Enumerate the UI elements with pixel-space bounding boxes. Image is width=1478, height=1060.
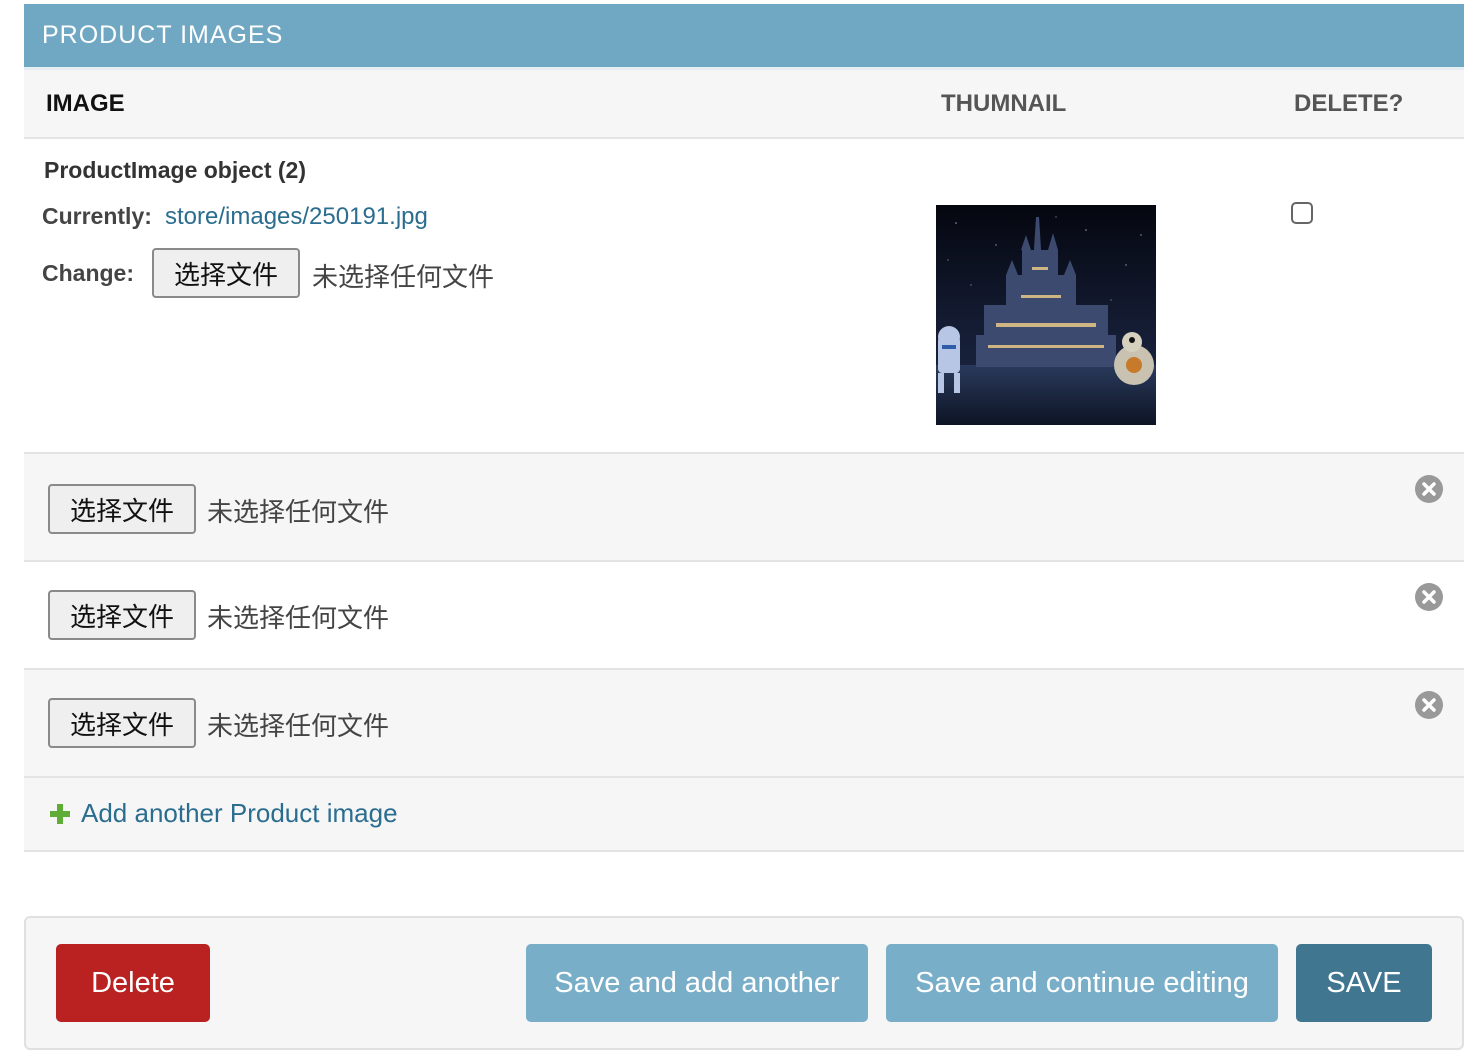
existing-image-row: ProductImage object (2) Currently: store… xyxy=(24,139,1464,454)
choose-file-button[interactable]: 选择文件 xyxy=(48,590,196,640)
inline-caption: PRODUCT IMAGES xyxy=(24,4,1464,67)
add-another-link[interactable]: Add another Product image xyxy=(81,798,398,829)
no-file-chosen-text: 未选择任何文件 xyxy=(312,263,495,293)
remove-circle-icon[interactable] xyxy=(1414,690,1444,720)
extra-form-row: 选择文件 未选择任何文件 xyxy=(24,454,1464,562)
thumbnail-image[interactable] xyxy=(936,205,1156,425)
save-button[interactable]: SAVE xyxy=(1296,944,1432,1022)
save-and-add-another-button[interactable]: Save and add another xyxy=(526,944,868,1022)
submit-row: Delete Save and add another Save and con… xyxy=(24,916,1464,1050)
delete-button[interactable]: Delete xyxy=(56,944,210,1022)
delete-checkbox[interactable] xyxy=(1291,202,1313,224)
choose-file-button[interactable]: 选择文件 xyxy=(48,698,196,748)
add-another-row: Add another Product image xyxy=(24,778,1464,852)
choose-file-button[interactable]: 选择文件 xyxy=(152,248,300,298)
no-file-chosen-text: 未选择任何文件 xyxy=(207,604,390,634)
table-header: IMAGE THUMNAIL DELETE? xyxy=(24,70,1464,139)
current-file-link[interactable]: store/images/250191.jpg xyxy=(165,203,428,231)
inline-group-product-images: PRODUCT IMAGES IMAGE THUMNAIL DELETE? Pr… xyxy=(24,4,1464,852)
choose-file-button[interactable]: 选择文件 xyxy=(48,484,196,534)
extra-form-row: 选择文件 未选择任何文件 xyxy=(24,562,1464,670)
remove-circle-icon[interactable] xyxy=(1414,582,1444,612)
plus-icon[interactable] xyxy=(48,802,72,826)
save-and-continue-button[interactable]: Save and continue editing xyxy=(886,944,1278,1022)
change-label: Change: xyxy=(42,260,134,286)
no-file-chosen-text: 未选择任何文件 xyxy=(207,712,390,742)
column-header-thumbnail: THUMNAIL xyxy=(941,90,1067,117)
remove-circle-icon[interactable] xyxy=(1414,474,1444,504)
column-header-delete: DELETE? xyxy=(1294,90,1404,117)
object-title: ProductImage object (2) xyxy=(44,157,306,183)
no-file-chosen-text: 未选择任何文件 xyxy=(207,498,390,528)
extra-form-row: 选择文件 未选择任何文件 xyxy=(24,670,1464,778)
column-header-image: IMAGE xyxy=(46,90,125,117)
currently-label: Currently: xyxy=(42,203,152,229)
